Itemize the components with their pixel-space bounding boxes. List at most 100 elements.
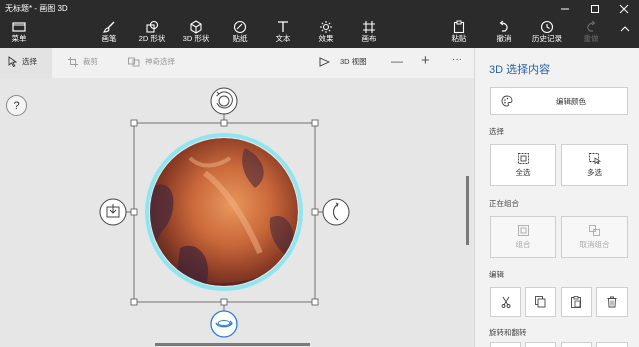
magic-select-button[interactable]: 神奇选择 bbox=[128, 56, 175, 67]
group-icon bbox=[517, 224, 529, 236]
section-edit: 编辑 bbox=[489, 270, 504, 279]
effects-label: 效果 bbox=[318, 34, 334, 43]
undo-label: 撤消 bbox=[496, 34, 512, 43]
trash-icon bbox=[607, 296, 617, 308]
magic-select-label: 神奇选择 bbox=[145, 57, 175, 66]
group-button[interactable]: 组合 bbox=[490, 216, 556, 258]
cut-button[interactable] bbox=[490, 287, 521, 317]
section-select: 选择 bbox=[489, 127, 504, 136]
maximize-icon bbox=[591, 4, 599, 13]
multi-select-icon bbox=[588, 152, 601, 164]
title-bar: 无标题* - 画图 3D bbox=[0, 0, 639, 17]
select-label: 选择 bbox=[22, 57, 37, 66]
brushes-label: 画笔 bbox=[101, 34, 117, 43]
selection-toolbar: 选择 裁剪 神奇选择 3D 视图 — + ··· bbox=[0, 48, 474, 78]
chevron-up-icon bbox=[620, 26, 630, 32]
paste-icon bbox=[571, 296, 581, 308]
depth-push-icon bbox=[99, 198, 127, 226]
minimize-icon bbox=[561, 8, 569, 9]
canvas-grid-icon bbox=[363, 20, 375, 33]
section-rotate: 旋转和翻转 bbox=[489, 328, 527, 337]
zoom-in-label: + bbox=[421, 52, 430, 69]
multi-select-label: 多选 bbox=[587, 167, 602, 177]
text-label: 文本 bbox=[275, 34, 291, 43]
canvas-tab[interactable]: 画布 bbox=[356, 19, 382, 47]
properties-panel: 3D 选择内容 编辑颜色 选择 全选 多选 正在组合 组合 取消组合 编辑 旋转… bbox=[474, 48, 639, 347]
select-all-icon bbox=[517, 152, 529, 164]
brushes-tab[interactable]: 画笔 bbox=[96, 19, 122, 47]
view3d-label: 3D 视图 bbox=[340, 57, 367, 66]
ungroup-button[interactable]: 取消组合 bbox=[561, 216, 628, 258]
minimize-button[interactable] bbox=[550, 0, 580, 17]
shapes2d-tab[interactable]: 2D 形状 bbox=[136, 19, 168, 47]
more-label: ··· bbox=[452, 54, 462, 65]
rotate-right-button[interactable] bbox=[525, 342, 556, 347]
menu-button[interactable]: 菜单 bbox=[6, 19, 32, 47]
redo-icon bbox=[587, 20, 596, 32]
flip-vertical-button[interactable] bbox=[596, 342, 628, 347]
more-options-button[interactable]: ··· bbox=[452, 54, 462, 65]
crop-label: 裁剪 bbox=[83, 57, 98, 66]
zoom-out-label: — bbox=[391, 54, 403, 68]
shapes3d-label: 3D 形状 bbox=[182, 34, 210, 43]
rotate-y-icon bbox=[322, 198, 350, 226]
brush-icon bbox=[102, 21, 115, 33]
select-all-label: 全选 bbox=[515, 167, 531, 177]
multi-select-button[interactable]: 多选 bbox=[561, 144, 628, 186]
window-title: 无标题* - 画图 3D bbox=[5, 4, 68, 13]
select-all-button[interactable]: 全选 bbox=[490, 144, 556, 186]
rotate-z-icon bbox=[210, 87, 238, 115]
close-icon bbox=[619, 4, 629, 13]
section-group: 正在组合 bbox=[489, 199, 519, 208]
menu-label: 菜单 bbox=[11, 34, 27, 43]
zoom-in-button[interactable]: + bbox=[421, 52, 430, 69]
history-label: 历史记录 bbox=[532, 34, 562, 43]
view3d-toggle[interactable]: 3D 视图 bbox=[319, 56, 367, 67]
group-label: 组合 bbox=[515, 239, 531, 249]
maximize-button[interactable] bbox=[580, 0, 610, 17]
rotate-left-button[interactable] bbox=[490, 342, 521, 347]
mars-sphere bbox=[150, 138, 298, 286]
menu-folder-icon bbox=[12, 21, 26, 32]
flip-horizontal-button[interactable] bbox=[561, 342, 592, 347]
ungroup-icon bbox=[589, 224, 600, 236]
text-tab[interactable]: 文本 bbox=[270, 19, 296, 47]
sticker-icon bbox=[233, 20, 247, 33]
ungroup-label: 取消组合 bbox=[579, 239, 610, 249]
crop-tool-button[interactable]: 裁剪 bbox=[68, 56, 98, 67]
scissors-icon bbox=[501, 296, 510, 308]
undo-button[interactable]: 撤消 bbox=[491, 19, 517, 47]
edit-color-button[interactable]: 编辑颜色 bbox=[490, 87, 628, 115]
ribbon: 菜单 画笔 2D 形状 3D 形状 贴纸 文本 效果 画布 粘贴 撤消 历史记录… bbox=[0, 17, 639, 48]
app-header: 无标题* - 画图 3D 菜单 画笔 2D 形状 3D 形状 贴纸 文本 效果 … bbox=[0, 0, 639, 48]
stickers-label: 贴纸 bbox=[232, 34, 248, 43]
effects-tab[interactable]: 效果 bbox=[313, 19, 339, 47]
close-button[interactable] bbox=[609, 0, 639, 17]
delete-button[interactable] bbox=[596, 287, 628, 317]
paste-label: 粘贴 bbox=[451, 34, 467, 43]
undo-icon bbox=[499, 20, 508, 32]
paste-button[interactable]: 粘贴 bbox=[446, 19, 472, 47]
zoom-out-button[interactable]: — bbox=[391, 54, 403, 68]
palette-icon bbox=[501, 95, 513, 107]
redo-label: 重做 bbox=[583, 34, 599, 43]
selected-3d-object[interactable] bbox=[0, 78, 474, 347]
rotate-x-icon bbox=[210, 310, 238, 338]
canvas-label: 画布 bbox=[361, 34, 377, 43]
text-icon bbox=[278, 20, 288, 32]
cube-icon bbox=[190, 19, 202, 34]
shapes3d-tab[interactable]: 3D 形状 bbox=[180, 19, 212, 47]
horizontal-scrollbar[interactable] bbox=[155, 343, 310, 346]
copy-button[interactable] bbox=[525, 287, 556, 317]
redo-button[interactable]: 重做 bbox=[578, 19, 604, 47]
effects-sun-icon bbox=[320, 20, 332, 33]
stickers-tab[interactable]: 贴纸 bbox=[227, 19, 253, 47]
crop-icon bbox=[68, 56, 78, 67]
select-tool-button[interactable]: 选择 bbox=[8, 56, 37, 67]
history-button[interactable]: 历史记录 bbox=[529, 19, 565, 47]
vertical-scrollbar[interactable] bbox=[466, 176, 469, 245]
shapes2d-label: 2D 形状 bbox=[138, 34, 166, 43]
edit-color-label: 编辑颜色 bbox=[556, 96, 586, 106]
workspace-canvas[interactable]: ? bbox=[0, 78, 474, 347]
paste-panel-button[interactable] bbox=[561, 287, 592, 317]
